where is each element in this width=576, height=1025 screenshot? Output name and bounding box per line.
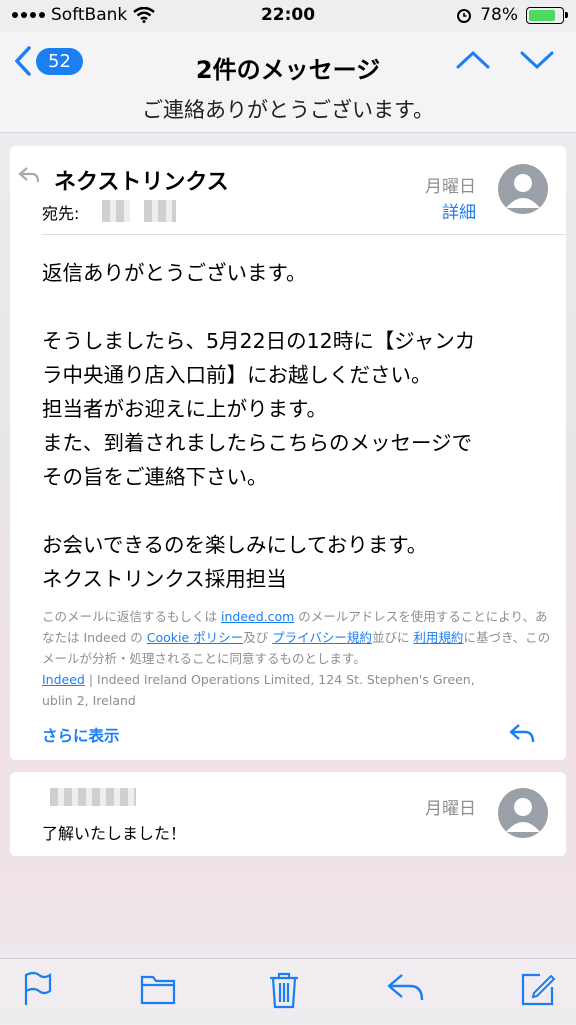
folder-icon[interactable] <box>140 971 176 1005</box>
message-date: 月曜日 <box>425 177 476 197</box>
indeed-link[interactable]: indeed.com <box>221 609 294 624</box>
terms-link[interactable]: 利用規約 <box>413 630 463 645</box>
message-card[interactable]: ネクストリンクス 宛先: 月曜日 詳細 返信ありがとうございます。 そうしました… <box>10 146 566 760</box>
show-more-link[interactable]: さらに表示 <box>42 724 120 746</box>
replied-icon <box>18 167 40 183</box>
message-body: 返信ありがとうございます。 そうしましたら、5月22日の12時に【ジャンカ ラ中… <box>42 256 548 596</box>
body-line: そうしましたら、5月22日の12時に【ジャンカ <box>42 329 476 353</box>
divider <box>42 234 566 235</box>
recipient-redacted <box>102 200 130 222</box>
message-preview: 了解いたしました！ <box>42 824 187 843</box>
trash-icon[interactable] <box>268 971 300 1009</box>
footer-text: 並びに <box>371 630 414 645</box>
sender-name: ネクストリンクス <box>54 170 229 195</box>
bottom-toolbar <box>0 958 576 1025</box>
email-footer: このメールに返信するもしくは indeed.com のメールアドレスを使用するこ… <box>42 606 552 711</box>
message-date: 月曜日 <box>425 799 476 819</box>
footer-address: | Indeed Ireland Operations Limited, 124… <box>84 672 475 687</box>
body-line: 返信ありがとうございます。 <box>42 261 307 285</box>
avatar <box>498 788 548 838</box>
status-right: 78% <box>456 5 568 25</box>
footer-text: 及び <box>243 630 273 645</box>
sender-redacted <box>50 788 136 806</box>
chevron-up-icon[interactable] <box>456 50 490 70</box>
message-nav <box>456 50 554 70</box>
cookie-policy-link[interactable]: Cookie ポリシー <box>147 630 243 645</box>
details-link[interactable]: 詳細 <box>442 198 476 223</box>
reply-icon[interactable] <box>508 722 536 744</box>
battery-icon <box>526 6 568 24</box>
body-line: また、到着されましたらこちらのメッセージで <box>42 431 473 455</box>
recipient-redacted <box>144 200 176 222</box>
alarm-icon <box>457 9 472 23</box>
footer-address: ublin 2, Ireland <box>42 693 136 708</box>
chevron-down-icon[interactable] <box>520 50 554 70</box>
body-line: ネクストリンクス採用担当 <box>42 567 287 591</box>
reply-icon[interactable] <box>386 971 426 1003</box>
privacy-policy-link[interactable]: プライバシー規約 <box>272 630 372 645</box>
person-icon <box>506 174 540 208</box>
avatar <box>498 164 548 214</box>
body-line: その旨をご連絡下さい。 <box>42 465 268 489</box>
body-line: お会いできるのを楽しみにしております。 <box>42 533 428 557</box>
footer-text: このメールに返信するもしくは <box>42 609 221 624</box>
person-icon <box>506 798 540 832</box>
body-line: 担当者がお迎えに上がります。 <box>42 397 327 421</box>
recipient-label: 宛先: <box>42 204 80 223</box>
status-bar: SoftBank 22:00 78% <box>0 0 576 32</box>
message-card[interactable]: 月曜日 了解いたしました！ <box>10 772 566 856</box>
indeed-home-link[interactable]: Indeed <box>42 672 85 687</box>
navigation-bar: 52 2件のメッセージ ご連絡ありがとうございます。 <box>0 32 576 133</box>
battery-percent: 78% <box>480 5 518 25</box>
compose-icon[interactable] <box>520 971 556 1007</box>
thread-subject: ご連絡ありがとうございます。 <box>142 98 434 122</box>
flag-icon[interactable] <box>22 971 52 1007</box>
body-line: ラ中央通り店入口前】にお越しください。 <box>42 363 432 387</box>
